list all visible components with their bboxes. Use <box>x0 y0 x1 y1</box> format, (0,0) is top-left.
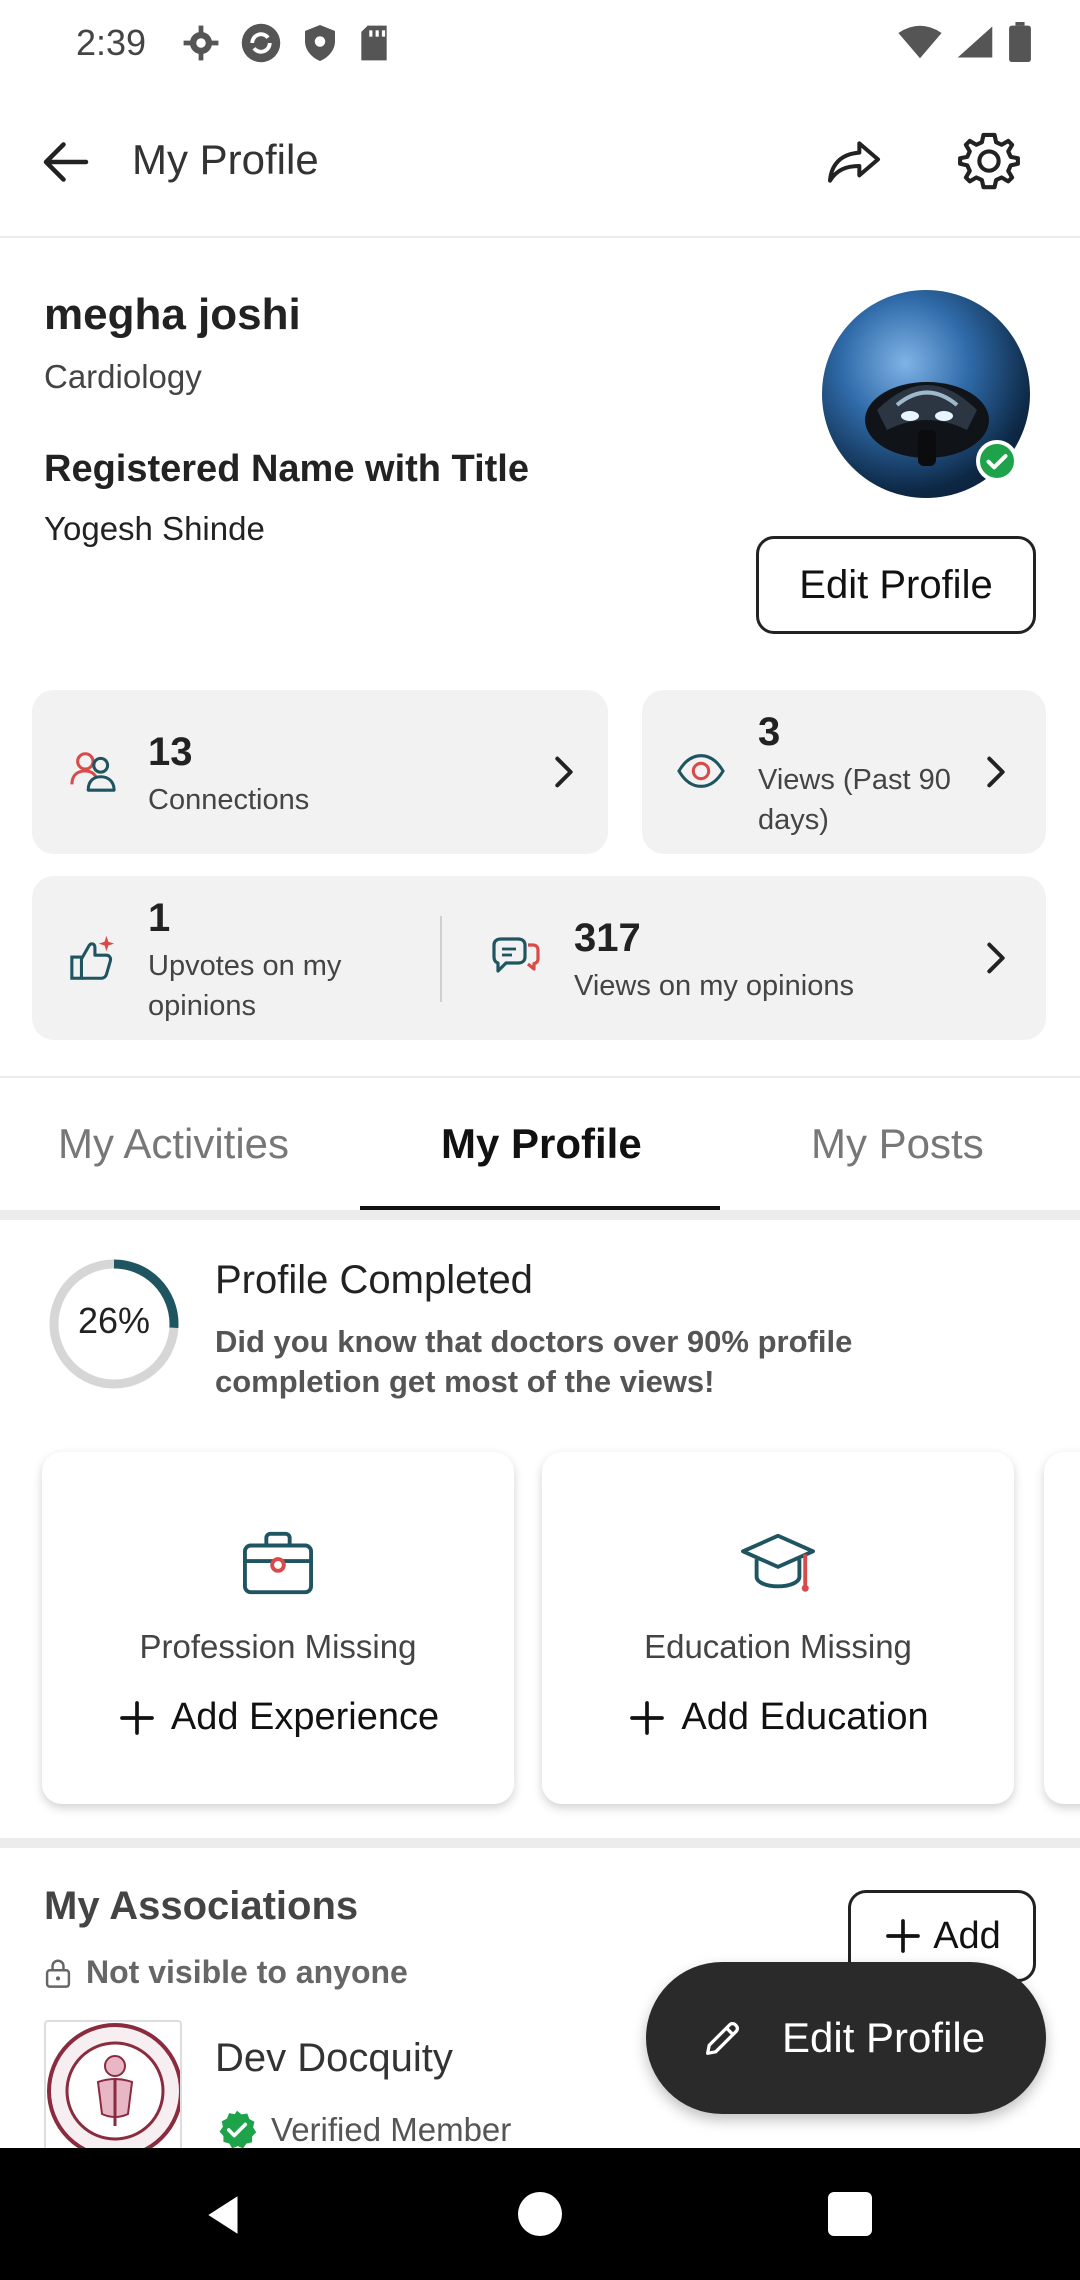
views-label-line1: Views (Past 90 <box>758 764 951 796</box>
sdcard-status-icon <box>361 25 387 61</box>
settings-status-icon <box>183 25 219 61</box>
registered-name-value: Yogesh Shinde <box>44 510 265 547</box>
opinions-card[interactable]: 1 Upvotes on my opinions 317 Views on my… <box>32 876 1046 1040</box>
associations-visibility-text: Not visible to anyone <box>86 1954 408 1990</box>
add-education-button[interactable]: Add Education <box>542 1696 1014 1739</box>
upvote-thumb-icon <box>70 935 115 980</box>
connections-count: 13 <box>148 730 193 774</box>
tabs-separator <box>0 1210 1080 1220</box>
organization-name: Dev Docquity <box>215 2036 453 2080</box>
associations-visibility: Not visible to anyone <box>44 1954 408 1991</box>
add-association-label: Add <box>933 1914 1001 1957</box>
views-count: 3 <box>758 710 781 754</box>
status-notification-icons <box>182 22 390 64</box>
briefcase-icon <box>243 1531 313 1595</box>
profile-completed-title: Profile Completed <box>215 1258 533 1302</box>
profile-progress-percent: 26% <box>77 1300 151 1341</box>
chevron-right-icon <box>987 756 1005 788</box>
connections-people-icon <box>70 752 116 792</box>
status-bar: 2:39 <box>0 0 1080 86</box>
signal-icon <box>957 26 993 58</box>
edit-profile-button[interactable]: Edit Profile <box>756 536 1036 634</box>
verified-badge-icon <box>976 440 1018 482</box>
opinion-views-count: 317 <box>574 916 641 960</box>
shield-status-icon <box>305 25 335 61</box>
tab-my-activities[interactable]: My Activities <box>58 1120 289 1168</box>
profile-specialty: Cardiology <box>44 358 202 395</box>
profession-missing-card: Profession Missing Add Experience <box>42 1452 514 1804</box>
edit-profile-fab[interactable]: Edit Profile <box>646 1962 1046 2114</box>
education-missing-label: Education Missing <box>644 1628 912 1665</box>
edit-profile-fab-label: Edit Profile <box>782 2014 986 2061</box>
add-experience-label: Add Experience <box>170 1696 440 1738</box>
connections-card[interactable]: 13 Connections <box>32 690 608 854</box>
chevron-right-icon <box>987 942 1005 974</box>
settings-gear-icon[interactable] <box>956 128 1022 194</box>
nav-recents-icon[interactable] <box>828 2192 872 2236</box>
opinion-chat-icon <box>492 937 540 973</box>
upvotes-count: 1 <box>148 896 171 940</box>
profile-completed-description: Did you know that doctors over 90% profi… <box>215 1324 853 1399</box>
organization-logo <box>44 2020 182 2158</box>
battery-icon <box>1009 22 1031 62</box>
status-system-icons <box>898 22 1032 62</box>
opinion-views-label: Views on my opinions <box>574 970 854 1002</box>
verified-member-label: Verified Member <box>271 2111 512 2148</box>
registered-name-label: Registered Name with Title <box>44 448 529 490</box>
add-education-label: Add Education <box>681 1696 929 1738</box>
upvotes-label-line2: opinions <box>148 990 257 1022</box>
nav-back-icon[interactable] <box>200 2190 250 2240</box>
tab-my-posts[interactable]: My Posts <box>811 1120 984 1168</box>
graduation-cap-icon <box>741 1533 815 1592</box>
profession-missing-label: Profession Missing <box>139 1628 417 1665</box>
pencil-icon <box>706 2022 739 2055</box>
back-arrow-icon[interactable] <box>36 132 96 192</box>
views-label-line2: days) <box>758 804 829 836</box>
plus-icon <box>630 1700 665 1735</box>
wifi-icon <box>898 25 942 59</box>
next-missing-card-peek <box>1044 1452 1080 1804</box>
education-missing-card: Education Missing Add Education <box>542 1452 1014 1804</box>
tab-my-profile[interactable]: My Profile <box>441 1120 642 1168</box>
add-experience-button[interactable]: Add Experience <box>42 1696 514 1739</box>
chevron-right-icon <box>555 756 573 788</box>
profile-name: megha joshi <box>44 290 301 339</box>
stat-divider <box>440 916 442 1002</box>
views-card[interactable]: 3 Views (Past 90 days) <box>642 690 1046 854</box>
top-app-bar: My Profile <box>0 86 1080 238</box>
plus-icon <box>120 1700 154 1735</box>
lock-icon <box>45 1958 71 1988</box>
verified-check-icon <box>219 2110 257 2149</box>
system-navigation-bar <box>0 2148 1080 2280</box>
plus-icon <box>886 1919 921 1953</box>
share-icon[interactable] <box>822 130 886 194</box>
connections-label: Connections <box>148 784 310 816</box>
nav-home-icon[interactable] <box>518 2192 562 2236</box>
verified-member-status: Verified Member <box>215 2108 511 2152</box>
status-time: 2:39 <box>76 22 147 63</box>
eye-icon <box>677 754 725 788</box>
upvotes-label-line1: Upvotes on my <box>148 950 342 982</box>
section-separator <box>0 1838 1080 1848</box>
page-title: My Profile <box>132 136 319 183</box>
organization-seal-icon <box>47 2023 180 2156</box>
associations-title: My Associations <box>44 1884 359 1928</box>
profile-tabs: My Activities My Profile My Posts <box>0 1076 1080 1212</box>
sync-status-icon <box>241 23 281 63</box>
